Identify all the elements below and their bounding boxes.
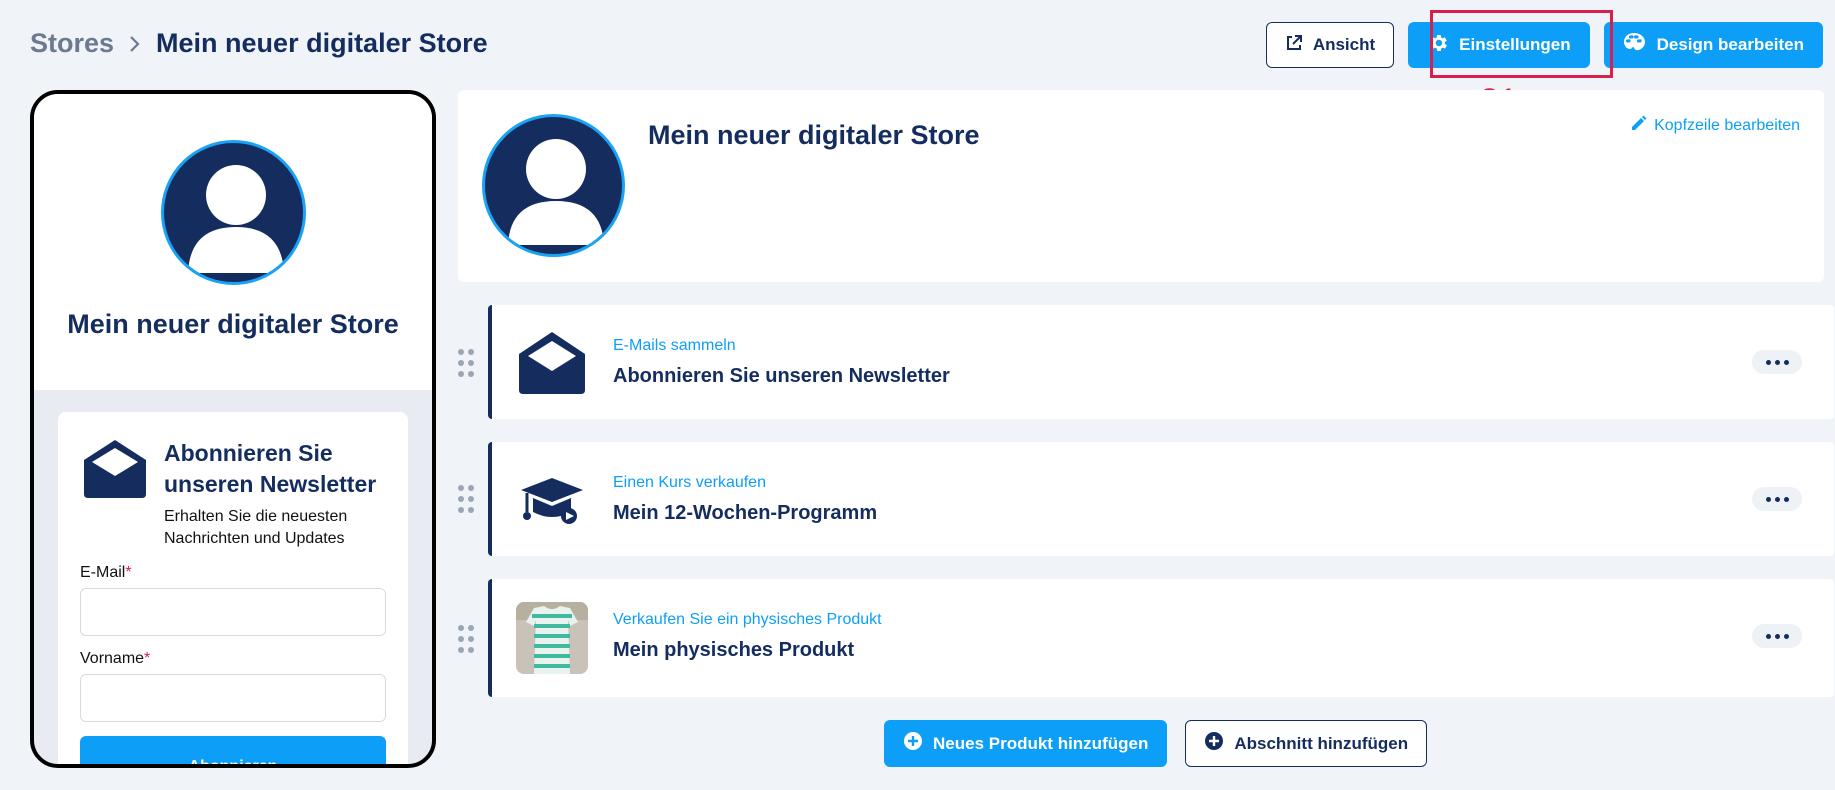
more-options-button[interactable] (1752, 487, 1802, 511)
section-title: Mein 12-Wochen-Programm (613, 502, 878, 524)
product-photo (516, 602, 588, 674)
breadcrumb-stores-link[interactable]: Stores (30, 28, 114, 59)
settings-button-label: Einstellungen (1459, 35, 1571, 54)
chevron-right-icon (128, 34, 142, 54)
graduation-cap-icon (516, 464, 588, 536)
firstname-field[interactable] (80, 674, 386, 722)
store-title: Mein neuer digitaler Store (648, 120, 980, 150)
edit-header-link[interactable]: Kopfzeile bearbeiten (1630, 114, 1800, 137)
firstname-label: Vorname* (80, 650, 151, 667)
plus-circle-icon (903, 731, 923, 756)
newsletter-form-card: Abonnieren Sie unseren Newsletter Erhalt… (58, 412, 408, 764)
edit-design-button[interactable]: Design bearbeiten (1603, 22, 1823, 68)
palette-icon (1623, 32, 1647, 59)
gear-icon (1427, 32, 1449, 59)
required-mark: * (144, 650, 151, 667)
section-kind: Einen Kurs verkaufen (613, 474, 766, 491)
store-header-card: Mein neuer digitaler Store Kopfzeile bea… (458, 90, 1824, 282)
section-kind: Verkaufen Sie ein physisches Produkt (613, 611, 882, 628)
phone-store-title: Mein neuer digitaler Store (67, 309, 399, 339)
view-button[interactable]: Ansicht (1265, 22, 1395, 68)
newsletter-subtitle: Erhalten Sie die neuesten Nachrichten un… (164, 508, 348, 547)
section-card[interactable]: E-Mails sammeln Abonnieren Sie unseren N… (488, 305, 1834, 419)
plus-circle-icon (1204, 731, 1224, 756)
add-section-button[interactable]: Abschnitt hinzufügen (1185, 720, 1428, 767)
section-card[interactable]: Verkaufen Sie ein physisches Produkt Mei… (488, 579, 1834, 697)
page-title: Mein neuer digitaler Store (156, 28, 488, 58)
newsletter-title: Abonnieren Sie unseren Newsletter (164, 440, 377, 497)
breadcrumb: Stores Mein neuer digitaler Store (30, 28, 488, 59)
drag-handle-icon[interactable] (456, 484, 476, 514)
bottom-actions: Neues Produkt hinzufügen Abschnitt hinzu… (884, 720, 1428, 767)
add-product-button[interactable]: Neues Produkt hinzufügen (884, 720, 1168, 767)
section-card[interactable]: Einen Kurs verkaufen Mein 12-Wochen-Prog… (488, 442, 1834, 556)
add-product-label: Neues Produkt hinzufügen (933, 733, 1149, 753)
edit-header-label: Kopfzeile bearbeiten (1654, 116, 1800, 134)
more-options-button[interactable] (1752, 350, 1802, 374)
email-field[interactable] (80, 588, 386, 636)
section-kind: E-Mails sammeln (613, 337, 736, 354)
drag-handle-icon[interactable] (456, 348, 476, 378)
edit-design-button-label: Design bearbeiten (1656, 35, 1804, 54)
settings-button[interactable]: Einstellungen (1408, 22, 1590, 68)
external-link-icon (1285, 34, 1303, 57)
avatar (160, 140, 306, 285)
drag-handle-icon[interactable] (456, 624, 476, 654)
pencil-icon (1630, 114, 1648, 137)
subscribe-button[interactable]: Abonnieren (80, 736, 386, 764)
top-actions: Ansicht Einstellungen Design bearbeiten (1265, 22, 1823, 68)
phone-header: Mein neuer digitaler Store (34, 94, 432, 390)
avatar[interactable] (482, 114, 625, 257)
add-section-label: Abschnitt hinzufügen (1234, 733, 1409, 753)
section-title: Abonnieren Sie unseren Newsletter (613, 365, 950, 387)
phone-preview: Mein neuer digitaler Store Abonnieren Si… (30, 90, 436, 768)
section-title: Mein physisches Produkt (613, 639, 855, 661)
envelope-icon (516, 327, 588, 399)
more-options-button[interactable] (1752, 624, 1802, 648)
required-mark: * (125, 564, 132, 581)
envelope-icon (80, 438, 150, 500)
newsletter-heading: Abonnieren Sie unseren Newsletter Erhalt… (80, 438, 386, 550)
email-label: E-Mail* (80, 564, 132, 581)
view-button-label: Ansicht (1312, 35, 1376, 54)
